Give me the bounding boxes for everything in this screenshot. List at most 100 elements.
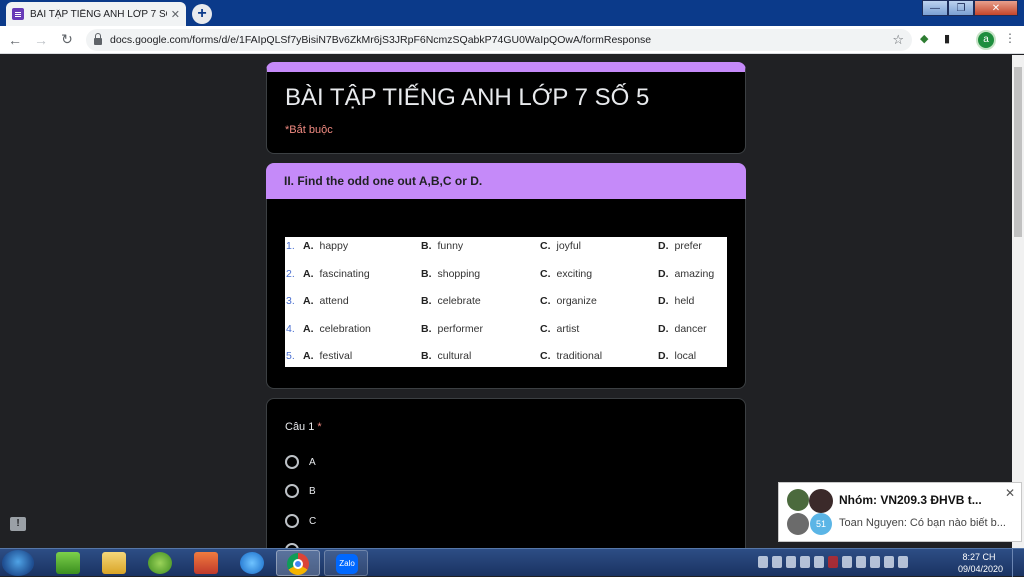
- option-word: celebration: [319, 323, 371, 335]
- scrollbar-thumb[interactable]: [1014, 67, 1022, 237]
- profile-avatar[interactable]: a: [976, 30, 996, 50]
- zalo-icon: Zalo: [336, 554, 358, 574]
- option-word: joyful: [556, 240, 582, 252]
- exercise-option-c: C. traditional: [540, 350, 602, 362]
- tray-icon[interactable]: [898, 556, 908, 568]
- option-word: held: [674, 295, 695, 307]
- required-note: *Bắt buộc: [285, 124, 333, 136]
- radio-label: A: [309, 456, 316, 468]
- tray-icon[interactable]: [786, 556, 796, 568]
- exercise-option-a: A. attend: [303, 295, 349, 307]
- radio-option-c[interactable]: C: [285, 514, 316, 528]
- volume-icon[interactable]: [842, 556, 852, 568]
- exercise-number: 4.: [286, 323, 295, 335]
- url-text[interactable]: docs.google.com/forms/d/e/1FAIpQLSf7yBis…: [110, 34, 892, 46]
- radio-label: B: [309, 485, 316, 497]
- extension-icon-2[interactable]: ▮: [944, 32, 950, 45]
- back-arrow-icon[interactable]: ←: [4, 32, 26, 48]
- radio-option-b[interactable]: B: [285, 484, 316, 498]
- radio-label: C: [309, 515, 317, 527]
- exercise-option-b: B. performer: [421, 323, 483, 335]
- option-word: amazing: [674, 268, 715, 280]
- exercise-option-c: C. joyful: [540, 240, 581, 252]
- question-label: Câu 1 *: [285, 421, 322, 433]
- option-letter: C.: [540, 295, 551, 307]
- show-desktop-button[interactable]: [1012, 549, 1024, 577]
- required-asterisk: *: [317, 421, 322, 433]
- option-word: exciting: [556, 268, 593, 280]
- form-title: BÀI TẬP TIẾNG ANH LỚP 7 SỐ 5: [285, 84, 650, 111]
- taskbar-clock[interactable]: 8:27 CH 09/04/2020: [958, 551, 1004, 575]
- tray-icon[interactable]: [758, 556, 768, 568]
- group-avatar: [787, 489, 809, 511]
- lock-icon: [94, 32, 102, 45]
- radio-circle[interactable]: [285, 484, 299, 498]
- exercise-row: 1. A. happy B. funny C. joyful D. prefer: [285, 240, 727, 254]
- option-word: fascinating: [319, 268, 370, 280]
- form-header-card: BÀI TẬP TIẾNG ANH LỚP 7 SỐ 5 *Bắt buộc: [266, 62, 746, 154]
- maximize-button[interactable]: ❐: [948, 0, 974, 16]
- radio-option-a[interactable]: A: [285, 455, 316, 469]
- menu-kebab-icon[interactable]: ⋮: [1004, 31, 1016, 45]
- group-avatar: [809, 489, 833, 513]
- battery-icon[interactable]: [884, 556, 894, 568]
- close-tab-icon[interactable]: ✕: [171, 8, 180, 21]
- new-tab-button[interactable]: +: [192, 4, 212, 24]
- media-player-icon[interactable]: [194, 552, 218, 574]
- option-word: traditional: [556, 350, 603, 362]
- flag-icon[interactable]: [870, 556, 880, 568]
- radio-circle[interactable]: [285, 514, 299, 528]
- browser-toolbar: ← → ↻ docs.google.com/forms/d/e/1FAIpQLS…: [0, 26, 1024, 54]
- exercise-row: 2. A. fascinating B. shopping C. exciting D. ama…: [285, 268, 727, 282]
- close-window-button[interactable]: ✕: [974, 0, 1018, 16]
- exercise-option-b: B. celebrate: [421, 295, 481, 307]
- option-word: happy: [319, 240, 349, 252]
- option-letter: C.: [540, 350, 551, 362]
- exercise-row: 5. A. festival B. cultural C. traditional D. loc…: [285, 350, 727, 364]
- option-word: cultural: [437, 350, 472, 362]
- chrome-taskbar-button[interactable]: [276, 550, 320, 576]
- option-letter: B.: [421, 240, 432, 252]
- option-letter: D.: [658, 268, 669, 280]
- address-bar[interactable]: docs.google.com/forms/d/e/1FAIpQLSf7yBis…: [86, 29, 912, 51]
- coc-coc-icon[interactable]: [148, 552, 172, 574]
- network-icon[interactable]: [856, 556, 866, 568]
- file-explorer-icon[interactable]: [102, 552, 126, 574]
- bookmark-star-icon[interactable]: ☆: [892, 32, 904, 48]
- window-controls: — ❐ ✕: [922, 0, 1018, 16]
- extension-icon[interactable]: ◆: [920, 32, 928, 45]
- forward-arrow-icon[interactable]: →: [30, 32, 52, 48]
- zalo-taskbar-button[interactable]: Zalo: [324, 550, 368, 576]
- start-button[interactable]: [2, 550, 34, 576]
- question-card: Câu 1 * A B C: [266, 398, 746, 548]
- bluestacks-icon[interactable]: [56, 552, 80, 574]
- exercise-option-a: A. festival: [303, 350, 352, 362]
- option-letter: B.: [421, 323, 432, 335]
- tray-icon[interactable]: [772, 556, 782, 568]
- exercise-option-d: D. prefer: [658, 240, 702, 252]
- exercise-option-b: B. cultural: [421, 350, 471, 362]
- option-word: artist: [556, 323, 580, 335]
- minimize-button[interactable]: —: [922, 0, 948, 16]
- page-scrollbar[interactable]: [1012, 55, 1024, 548]
- exercise-option-d: D. dancer: [658, 323, 707, 335]
- option-letter: C.: [540, 240, 551, 252]
- feedback-icon[interactable]: !: [10, 517, 26, 531]
- clock-date: 09/04/2020: [958, 564, 1004, 574]
- tray-icon[interactable]: [800, 556, 810, 568]
- radio-circle[interactable]: [285, 455, 299, 469]
- tray-icon[interactable]: [828, 556, 838, 568]
- reload-icon[interactable]: ↻: [56, 31, 78, 48]
- exercise-option-c: C. exciting: [540, 268, 592, 280]
- notification-message: Toan Nguyen: Có bạn nào biết b...: [839, 517, 1006, 529]
- internet-explorer-icon[interactable]: [240, 552, 264, 574]
- option-letter: A.: [303, 295, 314, 307]
- tray-icon[interactable]: [814, 556, 824, 568]
- chat-notification[interactable]: 51 Nhóm: VN209.3 ĐHVB t... Toan Nguyen: …: [778, 482, 1022, 542]
- member-count-badge: 51: [810, 513, 832, 535]
- browser-tab[interactable]: BÀI TẬP TIẾNG ANH LỚP 7 SỐ 5 ✕: [6, 2, 186, 26]
- option-word: performer: [437, 323, 484, 335]
- close-notification-icon[interactable]: ✕: [1005, 486, 1015, 500]
- exercise-number: 3.: [286, 295, 295, 307]
- option-letter: C.: [540, 268, 551, 280]
